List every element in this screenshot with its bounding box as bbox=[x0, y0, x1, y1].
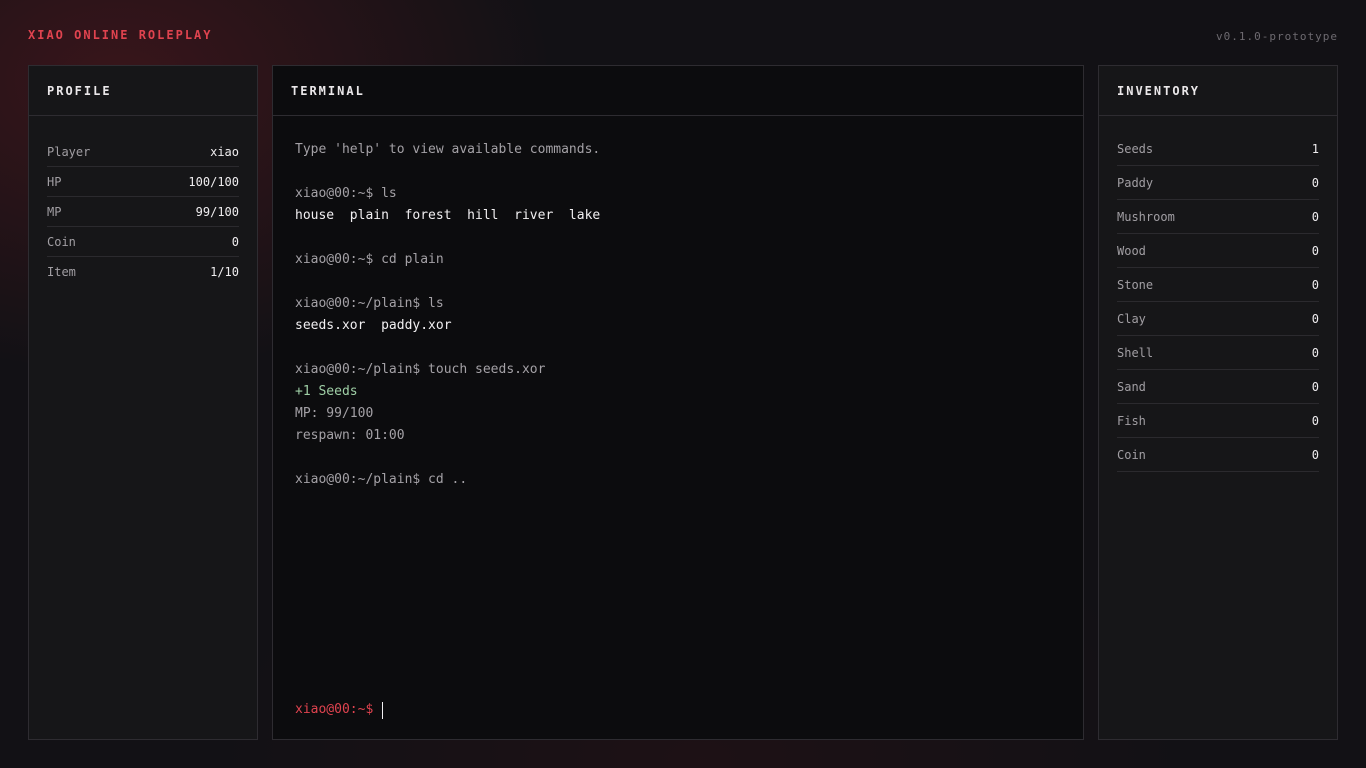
inventory-item-count: 0 bbox=[1311, 175, 1319, 190]
inventory-item-count: 0 bbox=[1311, 277, 1319, 292]
inventory-item-count: 0 bbox=[1311, 243, 1319, 258]
terminal-line: respawn: 01:00 bbox=[295, 428, 405, 443]
terminal-output: Type 'help' to view available commands. x… bbox=[295, 139, 1061, 491]
profile-panel: PROFILE Player xiao HP 100/100 MP 99/100… bbox=[28, 65, 258, 740]
terminal-line: house plain forest hill river lake bbox=[295, 208, 601, 223]
stat-value: 1/10 bbox=[210, 264, 239, 279]
stat-label: MP bbox=[47, 204, 62, 219]
stat-value: 100/100 bbox=[188, 174, 239, 189]
inventory-item-shell: Shell 0 bbox=[1117, 336, 1319, 370]
inventory-item-coin: Coin 0 bbox=[1117, 438, 1319, 472]
inventory-item-label: Stone bbox=[1117, 277, 1154, 292]
inventory-item-label: Wood bbox=[1117, 243, 1146, 258]
version-label: v0.1.0-prototype bbox=[1216, 30, 1338, 43]
inventory-item-paddy: Paddy 0 bbox=[1117, 166, 1319, 200]
inventory-item-label: Seeds bbox=[1117, 141, 1154, 156]
app-title: XIAO ONLINE ROLEPLAY bbox=[28, 28, 213, 42]
inventory-item-seeds: Seeds 1 bbox=[1117, 132, 1319, 166]
stat-label: Item bbox=[47, 264, 76, 279]
inventory-item-fish: Fish 0 bbox=[1117, 404, 1319, 438]
inventory-item-count: 0 bbox=[1311, 311, 1319, 326]
terminal-cursor[interactable] bbox=[382, 701, 384, 719]
stat-label: Player bbox=[47, 144, 91, 159]
profile-row-mp: MP 99/100 bbox=[47, 197, 239, 227]
inventory-panel-title: INVENTORY bbox=[1099, 66, 1337, 116]
terminal-line: seeds.xor paddy.xor bbox=[295, 318, 452, 333]
inventory-list: Seeds 1 Paddy 0 Mushroom 0 Wood 0 Stone 0 Clay 0 She… bbox=[1099, 116, 1337, 472]
terminal-input-row[interactable]: xiao@00:~$ bbox=[295, 699, 384, 721]
stat-label: Coin bbox=[47, 234, 76, 249]
profile-stats: Player xiao HP 100/100 MP 99/100 Coin 0 … bbox=[29, 116, 257, 286]
terminal-line: xiao@00:~$ cd plain bbox=[295, 252, 444, 267]
inventory-item-stone: Stone 0 bbox=[1117, 268, 1319, 302]
inventory-item-label: Coin bbox=[1117, 447, 1146, 462]
terminal-line: xiao@00:~$ ls bbox=[295, 186, 397, 201]
profile-row-hp: HP 100/100 bbox=[47, 167, 239, 197]
terminal-line: xiao@00:~/plain$ cd .. bbox=[295, 472, 468, 487]
inventory-item-wood: Wood 0 bbox=[1117, 234, 1319, 268]
terminal-panel-title: TERMINAL bbox=[273, 66, 1083, 116]
inventory-item-label: Paddy bbox=[1117, 175, 1154, 190]
inventory-item-count: 0 bbox=[1311, 447, 1319, 462]
terminal-prompt: xiao@00:~$ bbox=[295, 702, 374, 717]
inventory-item-mushroom: Mushroom 0 bbox=[1117, 200, 1319, 234]
terminal-line: xiao@00:~/plain$ ls bbox=[295, 296, 444, 311]
terminal-line: Type 'help' to view available commands. bbox=[295, 142, 601, 157]
inventory-item-count: 0 bbox=[1311, 379, 1319, 394]
inventory-item-label: Mushroom bbox=[1117, 209, 1175, 224]
terminal-line: +1 Seeds bbox=[295, 384, 358, 399]
inventory-item-sand: Sand 0 bbox=[1117, 370, 1319, 404]
inventory-item-clay: Clay 0 bbox=[1117, 302, 1319, 336]
inventory-item-label: Clay bbox=[1117, 311, 1146, 326]
terminal-panel[interactable]: TERMINAL Type 'help' to view available c… bbox=[272, 65, 1084, 740]
profile-row-item: Item 1/10 bbox=[47, 257, 239, 286]
stat-value: 0 bbox=[231, 234, 239, 249]
stat-value: xiao bbox=[210, 144, 239, 159]
inventory-panel: INVENTORY Seeds 1 Paddy 0 Mushroom 0 Wood 0 Ston… bbox=[1098, 65, 1338, 740]
stat-label: HP bbox=[47, 174, 62, 189]
inventory-item-count: 0 bbox=[1311, 413, 1319, 428]
profile-row-player: Player xiao bbox=[47, 137, 239, 167]
inventory-item-count: 0 bbox=[1311, 345, 1319, 360]
inventory-item-label: Sand bbox=[1117, 379, 1146, 394]
terminal-line: xiao@00:~/plain$ touch seeds.xor bbox=[295, 362, 546, 377]
inventory-item-count: 0 bbox=[1311, 209, 1319, 224]
stat-value: 99/100 bbox=[195, 204, 239, 219]
terminal-line: MP: 99/100 bbox=[295, 406, 374, 421]
inventory-item-label: Fish bbox=[1117, 413, 1146, 428]
profile-panel-title: PROFILE bbox=[29, 66, 257, 116]
inventory-item-label: Shell bbox=[1117, 345, 1154, 360]
profile-row-coin: Coin 0 bbox=[47, 227, 239, 257]
inventory-item-count: 1 bbox=[1311, 141, 1319, 156]
